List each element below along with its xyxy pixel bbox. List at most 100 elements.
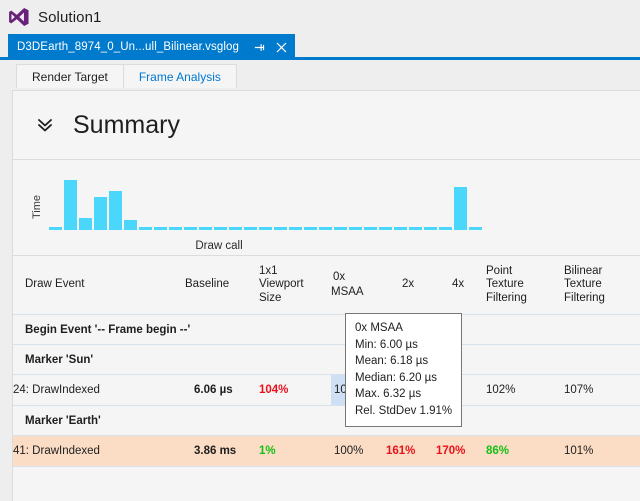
tooltip-stddev: Rel. StdDev 1.91%	[355, 404, 453, 417]
chart-bar[interactable]	[109, 191, 122, 230]
chart-bar[interactable]	[199, 227, 212, 230]
document-tab-actions	[253, 41, 288, 54]
chart-bar[interactable]	[139, 227, 152, 230]
column-header-point-label: Point Texture Filtering	[486, 264, 527, 304]
chart-bar[interactable]	[424, 227, 437, 230]
chart-bar[interactable]	[319, 227, 332, 230]
tab-frame-analysis[interactable]: Frame Analysis	[122, 64, 237, 88]
tooltip-title: 0x MSAA	[355, 322, 403, 334]
chart-plot-row: Time	[13, 172, 640, 230]
chart-bar[interactable]	[334, 227, 347, 230]
chart-bar[interactable]	[64, 180, 77, 230]
tab-render-target-label: Render Target	[32, 69, 108, 84]
msaa-tick-2x: 2x	[400, 278, 417, 292]
tooltip-mean: Mean: 6.18 µs	[355, 355, 429, 367]
table-group-row[interactable]: Begin Event '-- Frame begin --'	[13, 314, 640, 345]
msaa-word: MSAA	[331, 285, 364, 298]
chart-bar[interactable]	[409, 227, 422, 230]
chart-bar[interactable]	[244, 227, 257, 230]
cell-draw-event[interactable]: 41: DrawIndexed	[13, 435, 185, 467]
tab-render-target[interactable]: Render Target	[16, 64, 124, 88]
application-window: Solution1 D3DEarth_8974_0_Un...ull_Bilin…	[0, 0, 640, 501]
column-header-baseline[interactable]: Baseline	[185, 256, 259, 315]
document-tab-underline	[0, 57, 640, 60]
chart-bar[interactable]	[214, 227, 227, 230]
cell-msaa-2x[interactable]: 161%	[386, 435, 436, 467]
chart-bar[interactable]	[379, 227, 392, 230]
chart-bar[interactable]	[289, 227, 302, 230]
cell-baseline[interactable]: 3.86 ms	[185, 435, 259, 467]
table-group-label: Begin Event '-- Frame begin --'	[13, 314, 640, 345]
cell-viewport-size[interactable]: 1%	[259, 435, 331, 467]
column-header-viewport-size-label: 1x1 Viewport Size	[259, 264, 304, 304]
table-group-row[interactable]: Marker 'Earth'	[13, 405, 640, 436]
chart-bar[interactable]	[79, 218, 92, 230]
chart-bar[interactable]	[184, 227, 197, 230]
visual-studio-logo-icon	[6, 4, 32, 30]
column-header-msaa-4x[interactable]: 4x	[436, 256, 486, 315]
column-header-bilinear-texture-filtering[interactable]: Bilinear Texture Filtering	[564, 256, 640, 315]
title-bar: Solution1	[0, 0, 640, 34]
chart-bar[interactable]	[94, 197, 107, 230]
chart-bar[interactable]	[454, 187, 467, 230]
chart-bar[interactable]	[274, 227, 287, 230]
msaa-statistics-tooltip: 0x MSAA Min: 6.00 µs Mean: 6.18 µs Media…	[345, 313, 463, 427]
tool-tab-bar: Render Target Frame Analysis	[0, 60, 640, 88]
frame-analysis-table: Draw Event Baseline 1x1 Viewport Size 0x M…	[13, 256, 640, 467]
chart-bar[interactable]	[469, 227, 482, 230]
document-tab-strip: D3DEarth_8974_0_Un...ull_Bilinear.vsglog	[0, 34, 640, 60]
table-group-row[interactable]: Marker 'Sun'	[13, 344, 640, 375]
chart-bar[interactable]	[259, 227, 272, 230]
column-header-point-texture-filtering[interactable]: Point Texture Filtering	[486, 256, 564, 315]
column-header-msaa-0x[interactable]: 0x MSAA	[331, 256, 386, 315]
chart-bar[interactable]	[439, 227, 452, 230]
chart-bar[interactable]	[349, 227, 362, 230]
chart-x-axis-label: Draw call	[195, 240, 243, 252]
window-title: Solution1	[38, 8, 102, 26]
tab-frame-analysis-label: Frame Analysis	[138, 69, 221, 84]
column-header-draw-event[interactable]: Draw Event	[13, 256, 185, 315]
chart-bar[interactable]	[169, 227, 182, 230]
column-header-bilinear-label: Bilinear Texture Filtering	[564, 264, 605, 304]
chart-y-axis-label: Time	[31, 194, 43, 220]
table-row[interactable]: 41: DrawIndexed 3.86 ms 1% 100% 161% 170% 86% 1…	[13, 435, 640, 467]
chart-bar[interactable]	[124, 220, 137, 230]
tooltip-max: Max. 6.32 µs	[355, 388, 422, 400]
cell-point-filtering[interactable]: 102%	[486, 374, 564, 406]
msaa-tick-4x: 4x	[450, 278, 467, 292]
msaa-header-group: 0x MSAA	[331, 270, 386, 300]
table-header-row: Draw Event Baseline 1x1 Viewport Size 0x M…	[13, 256, 640, 315]
table-row[interactable]: 24: DrawIndexed6.06 µs104%102%94%98%102%…	[13, 374, 640, 406]
cell-bilinear-filtering[interactable]: 101%	[564, 435, 640, 467]
chart-bar[interactable]	[304, 227, 317, 230]
chart-bar[interactable]	[49, 227, 62, 230]
chevron-double-down-icon[interactable]	[35, 115, 55, 135]
cell-viewport-size[interactable]: 104%	[259, 374, 331, 406]
pin-icon[interactable]	[253, 41, 266, 54]
cell-msaa-0x[interactable]: 100%	[331, 435, 386, 467]
table-group-label: Marker 'Sun'	[13, 344, 640, 375]
chart-bar[interactable]	[229, 227, 242, 230]
cell-point-filtering[interactable]: 86%	[486, 435, 564, 467]
chart-bar[interactable]	[154, 227, 167, 230]
document-tab-label: D3DEarth_8974_0_Un...ull_Bilinear.vsglog	[17, 41, 239, 53]
msaa-tick-row-4x: 4x	[436, 278, 486, 292]
chart-bar[interactable]	[364, 227, 377, 230]
column-header-viewport-size[interactable]: 1x1 Viewport Size	[259, 256, 331, 315]
column-header-msaa-2x[interactable]: 2x	[386, 256, 436, 315]
msaa-tick-0x: 0x	[331, 270, 348, 285]
cell-msaa-4x[interactable]: 170%	[436, 435, 486, 467]
draw-call-time-chart: Time Draw call	[13, 160, 640, 255]
cell-draw-event[interactable]: 24: DrawIndexed	[13, 374, 185, 406]
tooltip-median: Median: 6.20 µs	[355, 371, 438, 384]
cell-baseline[interactable]: 6.06 µs	[185, 374, 259, 406]
summary-header[interactable]: Summary	[13, 91, 640, 159]
table-body: Begin Event '-- Frame begin --' Marker 'S…	[13, 314, 640, 467]
frame-analysis-panel: Summary Time Draw call Draw Event Baseli…	[12, 90, 640, 501]
close-icon[interactable]	[275, 41, 288, 54]
chart-bar[interactable]	[394, 227, 407, 230]
cell-bilinear-filtering[interactable]: 107%	[564, 374, 640, 406]
tooltip-min: Min: 6.00 µs	[355, 338, 418, 351]
msaa-tick-row: 0x	[331, 270, 386, 285]
table-group-label: Marker 'Earth'	[13, 405, 640, 436]
